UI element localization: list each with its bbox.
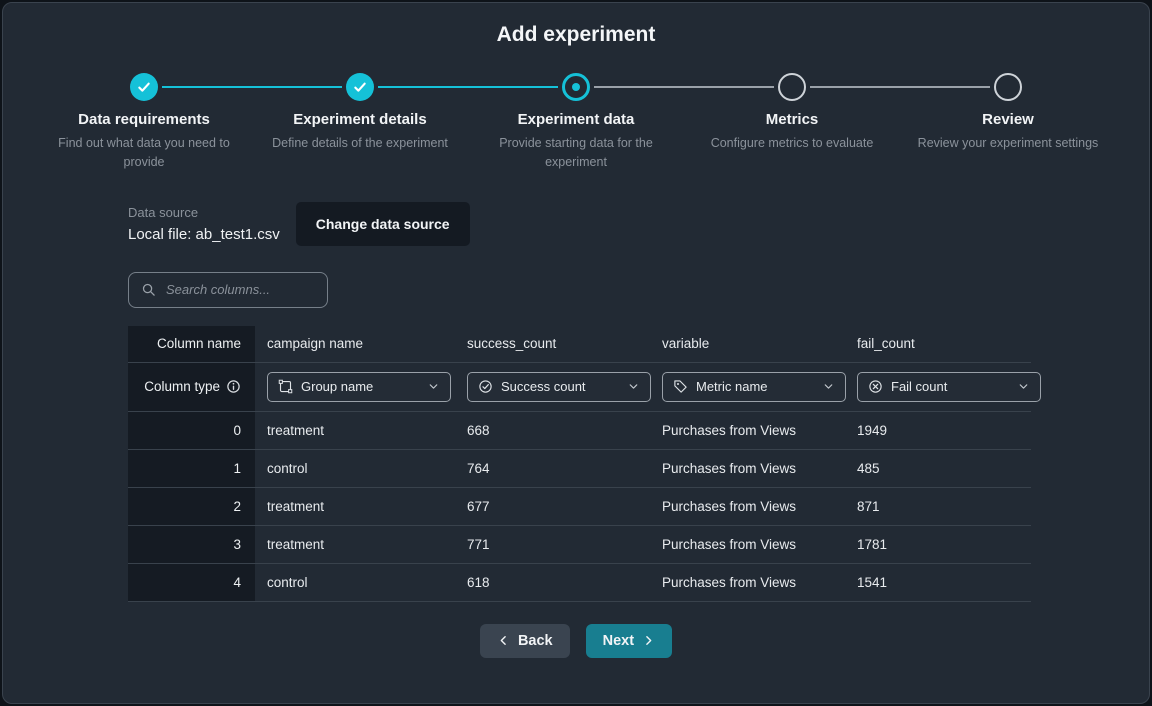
chevron-down-icon — [427, 380, 440, 393]
cell-fail-count: 1949 — [845, 423, 1031, 438]
column-type-row: Column type Group name — [128, 363, 1031, 412]
cell-variable: Purchases from Views — [650, 537, 845, 552]
x-circle-icon — [868, 379, 883, 394]
stepper: Data requirements Find out what data you… — [36, 73, 1116, 172]
selected-column-type: Metric name — [696, 379, 814, 394]
step-label: Review — [982, 111, 1034, 128]
search-icon — [141, 282, 156, 297]
step-experiment-details[interactable]: Experiment details Define details of the… — [252, 73, 468, 172]
cell-success-count: 668 — [455, 423, 650, 438]
check-circle-icon — [478, 379, 493, 394]
cell-variable: Purchases from Views — [650, 423, 845, 438]
column-type-select-group-name[interactable]: Group name — [267, 372, 451, 402]
selected-column-type: Success count — [501, 379, 619, 394]
change-data-source-button[interactable]: Change data source — [296, 202, 470, 246]
page-title: Add experiment — [3, 23, 1149, 47]
cell-fail-count: 1541 — [845, 575, 1031, 590]
step-upcoming-icon — [778, 73, 806, 101]
chevron-right-icon — [642, 634, 655, 647]
table-row: 2 treatment 677 Purchases from Views 871 — [128, 488, 1031, 526]
row-index: 1 — [128, 450, 255, 487]
column-type-select-metric-name[interactable]: Metric name — [662, 372, 846, 402]
tag-icon — [673, 379, 688, 394]
step-description: Find out what data you need to provide — [46, 134, 242, 172]
table-row: 3 treatment 771 Purchases from Views 178… — [128, 526, 1031, 564]
data-source-section: Data source Local file: ab_test1.csv Cha… — [128, 202, 1025, 246]
column-type-select-fail-count[interactable]: Fail count — [857, 372, 1041, 402]
cell-campaign-name: control — [255, 575, 455, 590]
table-row: 1 control 764 Purchases from Views 485 — [128, 450, 1031, 488]
column-name-header: Column name — [128, 326, 255, 362]
step-label: Experiment data — [518, 111, 635, 128]
cell-variable: Purchases from Views — [650, 499, 845, 514]
step-completed-icon — [130, 73, 158, 101]
cell-success-count: 771 — [455, 537, 650, 552]
cell-campaign-name: treatment — [255, 537, 455, 552]
chevron-down-icon — [627, 380, 640, 393]
step-label: Experiment details — [293, 111, 426, 128]
step-experiment-data[interactable]: Experiment data Provide starting data fo… — [468, 73, 684, 172]
column-header: campaign name — [255, 336, 455, 351]
wizard-footer: Back Next — [3, 624, 1149, 658]
cell-fail-count: 871 — [845, 499, 1031, 514]
cell-variable: Purchases from Views — [650, 461, 845, 476]
column-type-select-success-count[interactable]: Success count — [467, 372, 651, 402]
cell-fail-count: 1781 — [845, 537, 1031, 552]
table-row: 4 control 618 Purchases from Views 1541 — [128, 564, 1031, 602]
row-index: 2 — [128, 488, 255, 525]
next-button[interactable]: Next — [586, 624, 672, 658]
row-index: 4 — [128, 564, 255, 601]
chevron-left-icon — [497, 634, 510, 647]
table-header-row: Column name campaign name success_count … — [128, 326, 1031, 363]
row-index: 3 — [128, 526, 255, 563]
step-description: Review your experiment settings — [918, 134, 1099, 153]
cell-campaign-name: treatment — [255, 499, 455, 514]
step-description: Provide starting data for the experiment — [478, 134, 674, 172]
row-index: 0 — [128, 412, 255, 449]
step-review[interactable]: Review Review your experiment settings — [900, 73, 1116, 172]
group-icon — [278, 379, 293, 394]
chevron-down-icon — [1017, 380, 1030, 393]
search-columns-box[interactable] — [128, 272, 328, 308]
cell-success-count: 618 — [455, 575, 650, 590]
step-metrics[interactable]: Metrics Configure metrics to evaluate — [684, 73, 900, 172]
step-active-icon — [562, 73, 590, 101]
table-row: 0 treatment 668 Purchases from Views 194… — [128, 412, 1031, 450]
column-header: success_count — [455, 336, 650, 351]
cell-success-count: 677 — [455, 499, 650, 514]
selected-column-type: Fail count — [891, 379, 1009, 394]
info-icon[interactable] — [226, 379, 241, 394]
add-experiment-dialog: Add experiment Data requirements Find ou… — [2, 2, 1150, 704]
column-header: fail_count — [845, 336, 1031, 351]
search-columns-input[interactable] — [164, 281, 315, 298]
data-source-label: Data source — [128, 205, 280, 220]
columns-table: Column name campaign name success_count … — [128, 326, 1031, 602]
step-data-requirements[interactable]: Data requirements Find out what data you… — [36, 73, 252, 172]
column-header: variable — [650, 336, 845, 351]
data-source-value: Local file: ab_test1.csv — [128, 226, 280, 243]
step-label: Metrics — [766, 111, 819, 128]
column-type-header: Column type — [128, 363, 255, 411]
step-description: Define details of the experiment — [272, 134, 448, 153]
column-type-label: Column type — [144, 379, 220, 394]
chevron-down-icon — [822, 380, 835, 393]
step-description: Configure metrics to evaluate — [711, 134, 874, 153]
next-button-label: Next — [603, 633, 634, 649]
back-button[interactable]: Back — [480, 624, 570, 658]
step-completed-icon — [346, 73, 374, 101]
cell-variable: Purchases from Views — [650, 575, 845, 590]
step-label: Data requirements — [78, 111, 210, 128]
cell-campaign-name: treatment — [255, 423, 455, 438]
cell-fail-count: 485 — [845, 461, 1031, 476]
back-button-label: Back — [518, 633, 553, 649]
cell-success-count: 764 — [455, 461, 650, 476]
cell-campaign-name: control — [255, 461, 455, 476]
selected-column-type: Group name — [301, 379, 419, 394]
step-upcoming-icon — [994, 73, 1022, 101]
